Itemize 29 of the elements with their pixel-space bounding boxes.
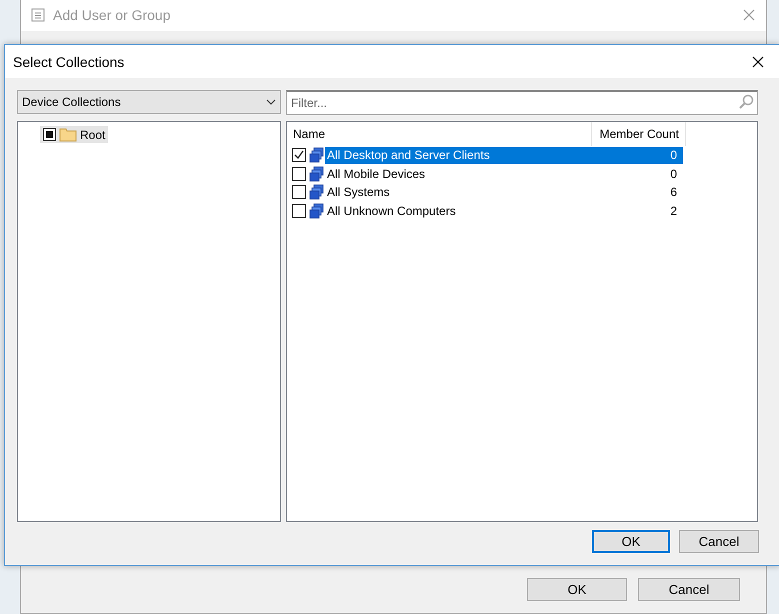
list-icon (31, 8, 45, 22)
ok-button[interactable]: OK (592, 530, 670, 553)
column-header[interactable]: Member Count (592, 122, 686, 146)
checkbox[interactable] (292, 166, 306, 181)
collection-type-dropdown[interactable]: Device Collections (17, 90, 281, 114)
list-row[interactable]: All Unknown Computers 2 (325, 202, 683, 220)
folder-icon (59, 127, 77, 142)
list-row[interactable]: All Systems 6 (325, 184, 683, 201)
collection-icon (309, 184, 325, 200)
collection-icon (309, 202, 325, 219)
tree-item[interactable]: Root (40, 126, 108, 143)
checkbox[interactable] (292, 204, 306, 218)
filter-field[interactable]: Filter... (286, 90, 758, 115)
ok-button[interactable]: OK (527, 578, 627, 601)
window-title: Add User or Group (53, 7, 172, 23)
collection-icon (309, 147, 325, 164)
dialog-title: Select Collections (13, 54, 126, 70)
list-row[interactable]: All Mobile Devices 0 (325, 165, 683, 182)
chevron-icon (266, 99, 276, 105)
search-icon (738, 94, 754, 110)
list-row[interactable]: All Desktop and Server Clients 0 (325, 146, 683, 164)
column-header[interactable]: Name (287, 122, 592, 146)
cancel-button[interactable]: Cancel (638, 578, 740, 601)
checkbox[interactable] (292, 185, 306, 200)
collection-icon (309, 166, 325, 182)
cancel-button[interactable]: Cancel (679, 530, 759, 553)
checkbox[interactable] (43, 128, 56, 141)
checkbox[interactable] (292, 148, 306, 162)
close-icon[interactable] (751, 54, 765, 68)
